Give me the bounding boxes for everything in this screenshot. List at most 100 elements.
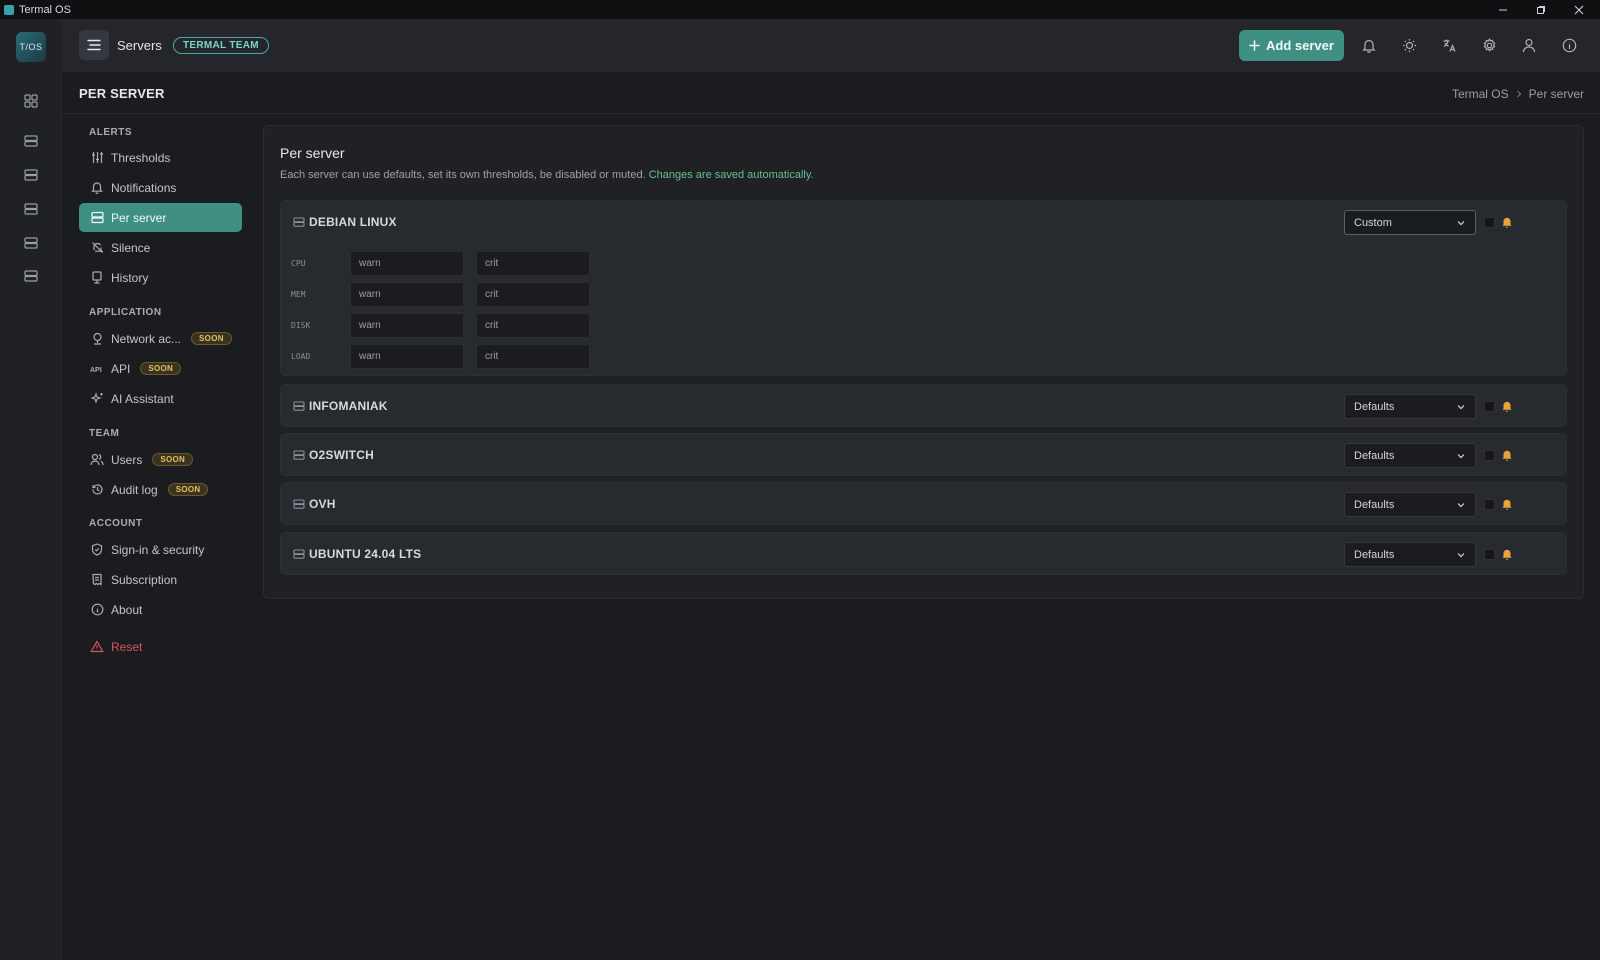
shield-icon [89,542,105,558]
translate-icon[interactable] [1439,35,1459,55]
crit-threshold-input[interactable]: crit [476,251,590,276]
restore-button[interactable] [1522,0,1560,19]
page-title-row: PER SERVER Termal OS Per server [62,72,1600,114]
crit-threshold-input[interactable]: crit [476,313,590,338]
server-icon[interactable] [20,130,42,152]
crit-threshold-input[interactable]: crit [476,282,590,307]
sparkles-icon [89,391,105,407]
server-card-header[interactable]: OVH Defaults [281,483,1566,526]
threshold-mode-select[interactable]: Custom [1344,210,1476,235]
sidebar-item-sign-in-security[interactable]: Sign-in & security [79,535,242,564]
users-icon [89,452,105,468]
warn-threshold-input[interactable]: warn [350,344,464,369]
server-icon [293,450,305,460]
metric-label: MEM [291,290,306,299]
server-card: UBUNTU 24.04 LTS Defaults [280,532,1567,575]
server-card-header[interactable]: INFOMANIAK Defaults [281,385,1566,428]
dashboard-icon[interactable] [20,90,42,112]
server-icon[interactable] [20,164,42,186]
sidebar-item-label: Reset [111,639,143,654]
receipt-icon [89,572,105,588]
sidebar-item-label: Silence [111,240,151,255]
info-icon[interactable] [1559,35,1579,55]
bell-icon[interactable] [1359,35,1379,55]
add-server-button[interactable]: Add server [1239,30,1344,61]
app-logo[interactable]: T/OS [16,32,46,62]
svg-text:API: API [90,367,102,374]
sun-icon[interactable] [1399,35,1419,55]
server-name: O2SWITCH [309,448,374,462]
minimize-button[interactable] [1484,0,1522,19]
warn-threshold-input[interactable]: warn [350,313,464,338]
sidebar-item-history[interactable]: History [79,263,242,292]
settings-sidebar: ALERTS Thresholds Notifications Per serv… [62,115,258,960]
breadcrumb-root[interactable]: Termal OS [1452,87,1509,101]
sidebar-item-audit-log[interactable]: Audit log SOON [79,475,242,504]
gear-icon[interactable] [1479,35,1499,55]
threshold-mode-select[interactable]: Defaults [1344,542,1476,567]
bell-icon[interactable] [1500,399,1514,413]
sidebar-item-label: Users [111,452,143,467]
sidebar-item-thresholds[interactable]: Thresholds [79,143,242,172]
bell-icon[interactable] [1500,497,1514,511]
server-card-header[interactable]: DEBIAN LINUX Custom [281,201,1566,244]
metric-row-disk: DISK warn crit [281,313,601,338]
sidebar-item-notifications[interactable]: Notifications [79,173,242,202]
server-enabled-checkbox[interactable] [1484,499,1495,510]
threshold-mode-select[interactable]: Defaults [1344,492,1476,517]
warn-threshold-input[interactable]: warn [350,251,464,276]
sidebar-item-label: Thresholds [111,150,171,165]
section-label-application: APPLICATION [89,307,162,318]
server-enabled-checkbox[interactable] [1484,549,1495,560]
close-button[interactable] [1560,0,1598,19]
bell-icon[interactable] [1500,215,1514,229]
sidebar-item-silence[interactable]: Silence [79,233,242,262]
server-icon [293,217,305,227]
sidebar-item-label: Sign-in & security [111,542,205,557]
warn-threshold-input[interactable]: warn [350,282,464,307]
sidebar-item-network[interactable]: Network ac... SOON [79,324,242,353]
breadcrumb: Termal OS Per server [1452,87,1584,101]
sidebar-item-api[interactable]: API API SOON [79,354,242,383]
server-card-header[interactable]: O2SWITCH Defaults [281,434,1566,477]
bell-icon[interactable] [1500,448,1514,462]
panel-description-text: Each server can use defaults, set its ow… [280,169,646,181]
sidebar-item-label: Subscription [111,572,178,587]
threshold-mode-select[interactable]: Defaults [1344,443,1476,468]
metric-row-cpu: CPU warn crit [281,251,601,276]
breadcrumb-current: Per server [1528,87,1584,101]
user-icon[interactable] [1519,35,1539,55]
sidebar-item-about[interactable]: About [79,595,242,624]
sidebar-item-reset[interactable]: Reset [79,632,242,661]
header-title: Servers [117,38,162,53]
server-enabled-checkbox[interactable] [1484,450,1495,461]
bell-icon[interactable] [1500,547,1514,561]
server-card-header[interactable]: UBUNTU 24.04 LTS Defaults [281,533,1566,576]
server-icon [293,401,305,411]
sidebar-item-per-server[interactable]: Per server [79,203,242,232]
sidebar-item-ai-assistant[interactable]: AI Assistant [79,384,242,413]
info-icon [89,602,105,618]
sidebar-item-subscription[interactable]: Subscription [79,565,242,594]
panel-description: Each server can use defaults, set its ow… [280,169,814,181]
server-icon[interactable] [20,265,42,287]
metric-label: CPU [291,259,306,268]
server-enabled-checkbox[interactable] [1484,217,1495,228]
autosave-note: Changes are saved automatically. [648,169,814,181]
history-icon [89,270,105,286]
sidebar-item-users[interactable]: Users SOON [79,445,242,474]
threshold-mode-select[interactable]: Defaults [1344,394,1476,419]
crit-threshold-input[interactable]: crit [476,344,590,369]
server-enabled-checkbox[interactable] [1484,401,1495,412]
sidebar-item-label: AI Assistant [111,391,174,406]
metric-row-mem: MEM warn crit [281,282,601,307]
team-badge[interactable]: TERMAL TEAM [173,37,269,54]
top-header: Servers TERMAL TEAM Add server [62,19,1600,72]
server-icon[interactable] [20,232,42,254]
server-name: UBUNTU 24.04 LTS [309,547,422,561]
chevron-down-icon [1457,553,1465,558]
server-icon[interactable] [20,198,42,220]
menu-toggle-button[interactable] [79,30,109,60]
section-label-alerts: ALERTS [89,127,132,138]
soon-badge: SOON [152,453,194,466]
